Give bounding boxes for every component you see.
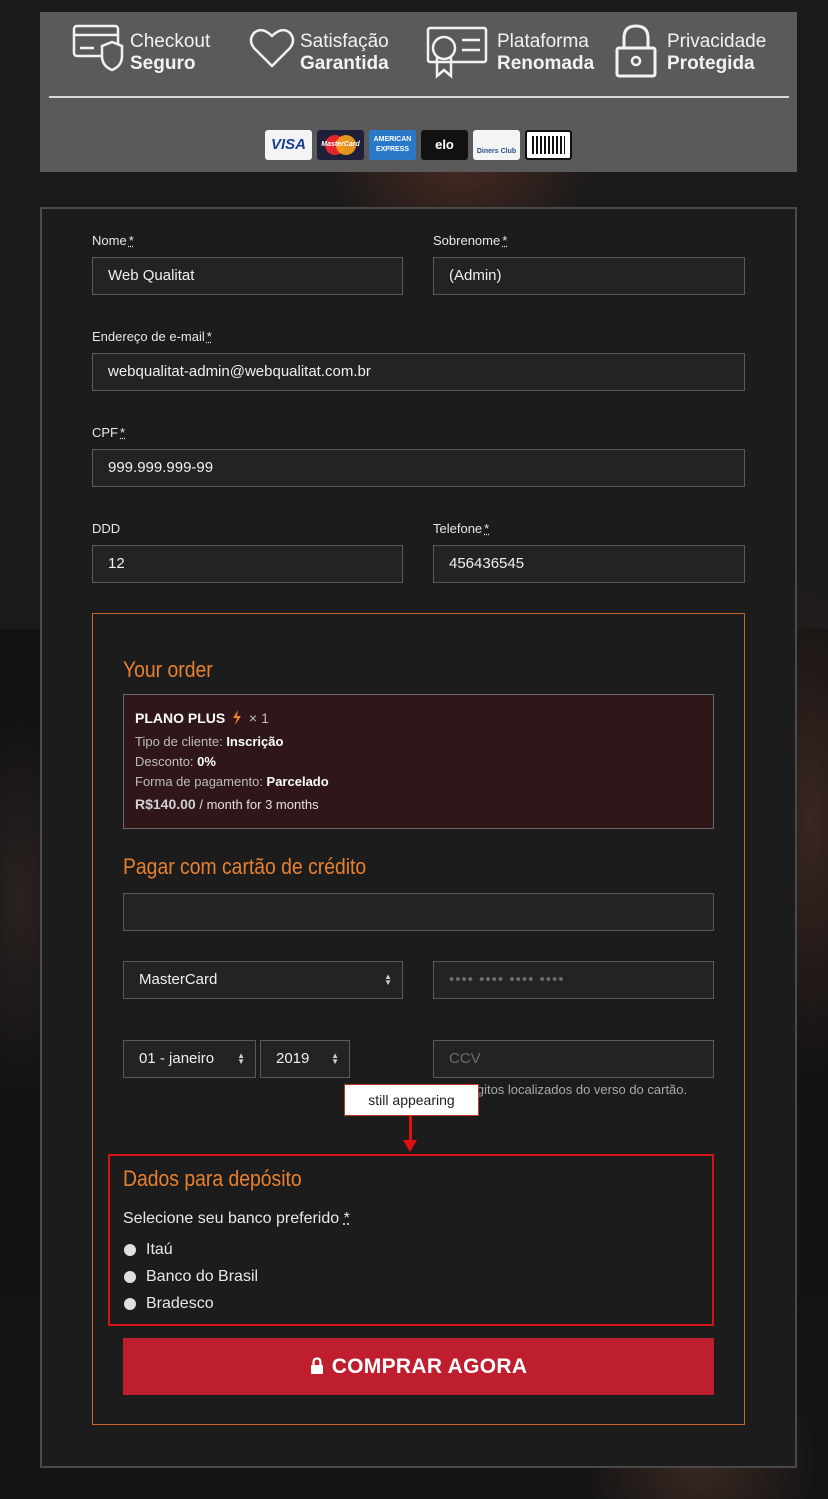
order-summary: PLANO PLUS × 1 Tipo de cliente: Inscriçã…: [123, 694, 714, 829]
card-brand-value: MasterCard: [139, 971, 218, 988]
deposit-section: Dados para depósito Selecione seu banco …: [108, 1154, 714, 1326]
expiry-year-value: 2019: [276, 1050, 310, 1067]
badge-line2: Renomada: [497, 53, 595, 74]
heart-icon: [249, 28, 295, 68]
first-name-input[interactable]: Web Qualitat: [92, 257, 403, 295]
badge-line1: Checkout: [130, 31, 211, 52]
diners-logo: Diners Club: [473, 130, 520, 160]
your-order-heading: Your order: [123, 657, 213, 682]
bank-prompt: Selecione seu banco preferido *: [123, 1210, 350, 1227]
lock-icon: [310, 1357, 323, 1374]
buy-now-label: COMPRAR AGORA: [331, 1355, 528, 1378]
client-type-row: Tipo de cliente: Inscrição: [135, 734, 284, 749]
credit-card-heading: Pagar com cartão de crédito: [123, 854, 367, 879]
padlock-icon: [615, 24, 657, 78]
select-arrows-icon: ▲ ▼: [331, 1051, 339, 1066]
expiry-month-value: 01 - janeiro: [139, 1050, 215, 1067]
badge-line1: Privacidade: [667, 31, 767, 52]
amex-logo: AMERICAN EXPRESS: [369, 130, 416, 160]
payment-form-row: Forma de pagamento: Parcelado: [135, 774, 329, 789]
certificate-icon: [426, 26, 488, 79]
last-name-label: Sobrenome *: [433, 233, 508, 248]
card-holder-input[interactable]: [123, 893, 714, 931]
badge-line2: Seguro: [130, 53, 196, 74]
trust-badges-bar: Checkout Seguro Satisfação Garantida Pla…: [40, 12, 797, 172]
last-name-input[interactable]: (Admin): [433, 257, 745, 295]
badge-line1: Plataforma: [497, 31, 589, 52]
select-arrows-icon: ▲ ▼: [384, 972, 392, 987]
ddd-input[interactable]: 12: [92, 545, 403, 583]
radio-button[interactable]: [124, 1271, 136, 1283]
trust-divider: [49, 96, 789, 98]
product-quantity: × 1: [249, 710, 269, 726]
ccv-help-text: dígitos localizados do verso do cartão.: [466, 1082, 688, 1097]
order-product-line: PLANO PLUS × 1: [135, 710, 269, 726]
email-input[interactable]: webqualitat-admin@webqualitat.com.br: [92, 353, 745, 391]
visa-logo: VISA: [265, 130, 312, 160]
expiry-month-select[interactable]: 01 - janeiro ▲ ▼: [123, 1040, 256, 1078]
lightning-icon: [233, 710, 242, 725]
mastercard-label: MasterCard: [321, 141, 360, 148]
cpf-input[interactable]: 999.999.999-99: [92, 449, 745, 487]
annotation-arrow-icon: [403, 1140, 417, 1152]
radio-button[interactable]: [124, 1244, 136, 1256]
cpf-label: CPF *: [92, 425, 126, 440]
price: R$140.00: [135, 796, 196, 812]
price-row: R$140.00 / month for 3 months: [135, 796, 319, 812]
buy-now-button[interactable]: COMPRAR AGORA: [123, 1338, 714, 1395]
badge-line1: Satisfação: [300, 31, 389, 52]
email-label: Endereço de e-mail *: [92, 329, 212, 344]
product-name: PLANO PLUS: [135, 710, 226, 726]
discount-row: Desconto: 0%: [135, 754, 216, 769]
select-arrows-icon: ▲ ▼: [237, 1051, 245, 1066]
first-name-label: Nome *: [92, 233, 134, 248]
badge-line2: Garantida: [300, 53, 389, 74]
boleto-logo: [525, 130, 572, 160]
ccv-input[interactable]: CCV: [433, 1040, 714, 1078]
card-number-input[interactable]: •••• •••• •••• ••••: [433, 961, 714, 999]
card-brand-select[interactable]: MasterCard ▲ ▼: [123, 961, 403, 999]
elo-logo: elo: [421, 130, 468, 160]
phone-label: Telefone *: [433, 521, 490, 536]
annotation-callout: still appearing: [344, 1084, 479, 1116]
badge-line2: Protegida: [667, 53, 755, 74]
deposit-heading: Dados para depósito: [123, 1166, 302, 1191]
radio-button[interactable]: [124, 1298, 136, 1310]
phone-input[interactable]: 456436545: [433, 545, 745, 583]
secure-card-shield-icon: [72, 24, 124, 72]
expiry-year-select[interactable]: 2019 ▲ ▼: [260, 1040, 350, 1078]
mastercard-logo: MasterCard: [317, 130, 364, 160]
ddd-label: DDD: [92, 521, 121, 536]
